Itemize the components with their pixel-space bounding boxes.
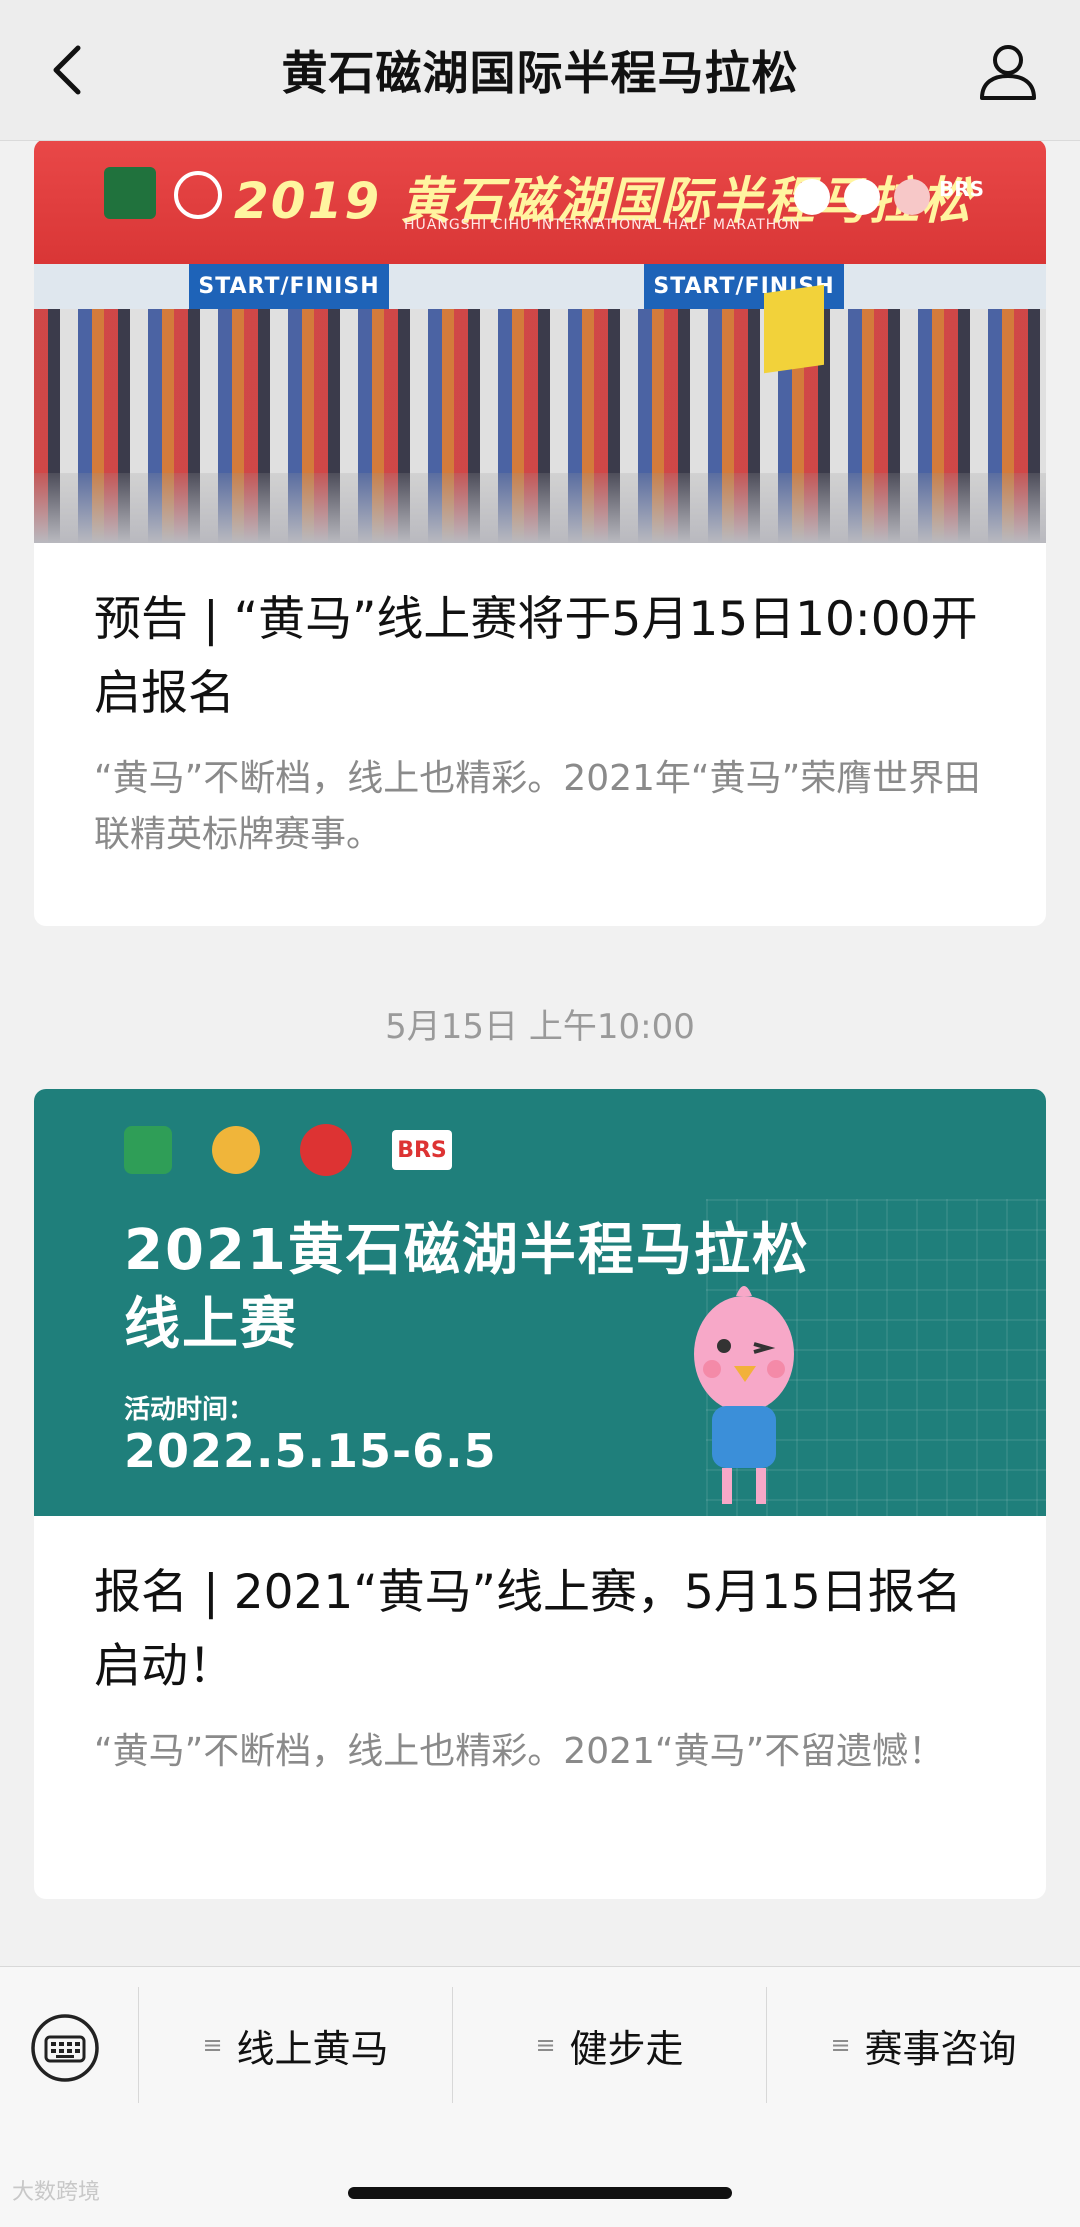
brs-logo: BRS [392,1130,452,1170]
menu-item-label: 赛事咨询 [864,2026,1017,2071]
home-indicator[interactable] [348,2187,732,2199]
sponsor-logo-icon [844,179,880,215]
menu-item-event-inquiry[interactable]: ≡ 赛事咨询 [767,1987,1080,2103]
article-title[interactable]: 预告 | “黄马”线上赛将于5月15日10:00开启报名 [94,583,986,731]
menu-item-online-marathon[interactable]: ≡ 线上黄马 [139,1987,452,2103]
sponsor-logo-icon [794,179,830,215]
article-cover-image[interactable]: 2019 黄石磁湖国际半程马拉松 HUANGSHI CIHU INTERNATI… [34,141,1046,543]
menu-item-walking[interactable]: ≡ 健步走 [453,1987,766,2103]
menu-lines-icon: ≡ [202,2031,223,2059]
race-banner: 2019 黄石磁湖国际半程马拉松 HUANGSHI CIHU INTERNATI… [34,141,1046,264]
event-time-label: 活动时间： [124,1395,255,1425]
sponsor-text: BRS [939,177,985,201]
event-logo [104,167,156,219]
top-bar: 黄石磁湖国际半程马拉松 [0,0,1080,141]
menu-item-label: 线上黄马 [236,2026,389,2071]
menu-lines-icon: ≡ [830,2031,851,2059]
banner-event-subtitle: HUANGSHI CIHU INTERNATIONAL HALF MARATHO… [404,217,801,233]
event-logo [124,1126,172,1174]
star-logo-icon [174,171,222,219]
article-cover-image[interactable]: BRS 2021黄石磁湖半程马拉松 线上赛 活动时间： 2022.5.15-6.… [34,1089,1046,1516]
watermark: 大数跨境 [12,2180,101,2205]
menu-item-label: 健步走 [569,2026,684,2071]
article-description: “黄马”不断档，线上也精彩。2021“黄马”不留遗憾！ [94,1731,945,1772]
runners-crowd [34,309,1046,543]
back-button[interactable] [40,40,100,100]
profile-button[interactable] [976,40,1040,104]
event-time-value: 2022.5.15-6.5 [124,1424,497,1478]
user-icon [980,45,1036,100]
article-card[interactable]: 2019 黄石磁湖国际半程马拉松 HUANGSHI CIHU INTERNATI… [34,141,1046,926]
start-finish-sign: START/FINISH [189,264,389,309]
message-timestamp: 5月15日 上午10:00 [385,1007,695,1047]
chevron-left-icon [53,45,81,95]
keyboard-toggle-button[interactable] [30,2013,100,2083]
sports-lottery-logo [212,1126,260,1174]
bottom-menu-bar: ≡ 线上黄马 ≡ 健步走 ≡ 赛事咨询 大数跨境 [0,1966,1080,2227]
article-title[interactable]: 报名 | 2021“黄马”线上赛，5月15日报名启动！ [94,1556,986,1704]
keyboard-icon [31,2014,99,2082]
page-title: 黄石磁湖国际半程马拉松 [281,46,799,100]
message-feed[interactable]: 2019 黄石磁湖国际半程马拉松 HUANGSHI CIHU INTERNATI… [0,141,1080,1966]
menu-lines-icon: ≡ [535,2031,556,2059]
sponsor-logo-icon [894,179,930,215]
sponsor-logos: BRS [124,1124,452,1176]
article-card[interactable]: BRS 2021黄石磁湖半程马拉松 线上赛 活动时间： 2022.5.15-6.… [34,1089,1046,1899]
caa-logo [300,1124,352,1176]
yellow-flag [764,284,824,374]
bird-mascot-icon [694,1286,794,1504]
article-description: “黄马”不断档，线上也精彩。2021年“黄马”荣膺世界田联精英标牌赛事。 [94,758,981,855]
